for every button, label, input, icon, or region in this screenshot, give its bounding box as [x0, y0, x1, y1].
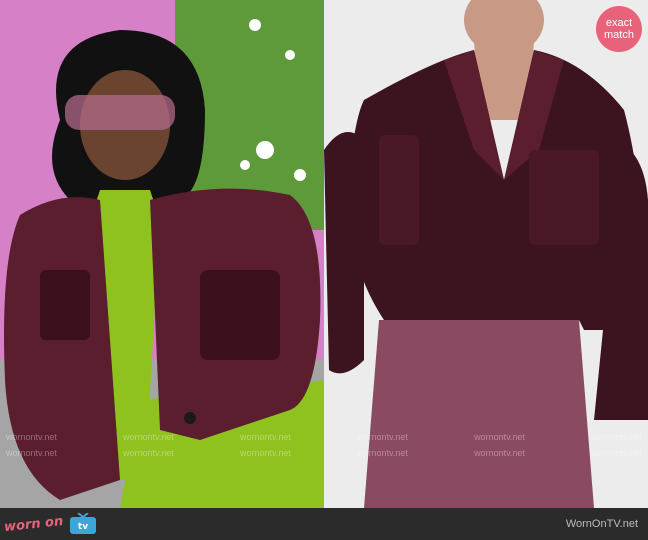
daisy	[249, 19, 261, 31]
right-photo: exact match	[324, 0, 648, 508]
footer-bar: worn on tv WornOnTV.net	[0, 508, 648, 540]
jacket-sleeve	[324, 132, 364, 374]
daisy	[294, 169, 306, 181]
daisy	[256, 141, 274, 159]
jacket-pocket	[40, 270, 90, 340]
logo-wordmark: worn on	[3, 513, 64, 535]
logo-tv-text: tv	[78, 522, 88, 532]
exact-match-badge[interactable]: exact match	[596, 6, 642, 52]
right-photo-illustration	[324, 0, 648, 508]
jacket-pocket	[379, 135, 419, 245]
tv-icon: tv	[70, 513, 97, 534]
site-logo[interactable]: worn on tv	[0, 508, 97, 540]
jacket-button	[184, 412, 196, 424]
daisy	[240, 160, 250, 170]
left-photo	[0, 0, 324, 508]
jacket-left-panel	[4, 197, 120, 500]
badge-line-1: exact	[605, 17, 633, 29]
sunglasses	[65, 95, 175, 130]
site-name: WornOnTV.net	[565, 518, 638, 530]
left-photo-illustration	[0, 0, 324, 508]
jacket-pocket	[529, 150, 599, 245]
jacket-pocket	[200, 270, 280, 360]
mauve-skirt	[364, 320, 594, 508]
badge-line-2: match	[604, 29, 634, 41]
daisy	[285, 50, 295, 60]
